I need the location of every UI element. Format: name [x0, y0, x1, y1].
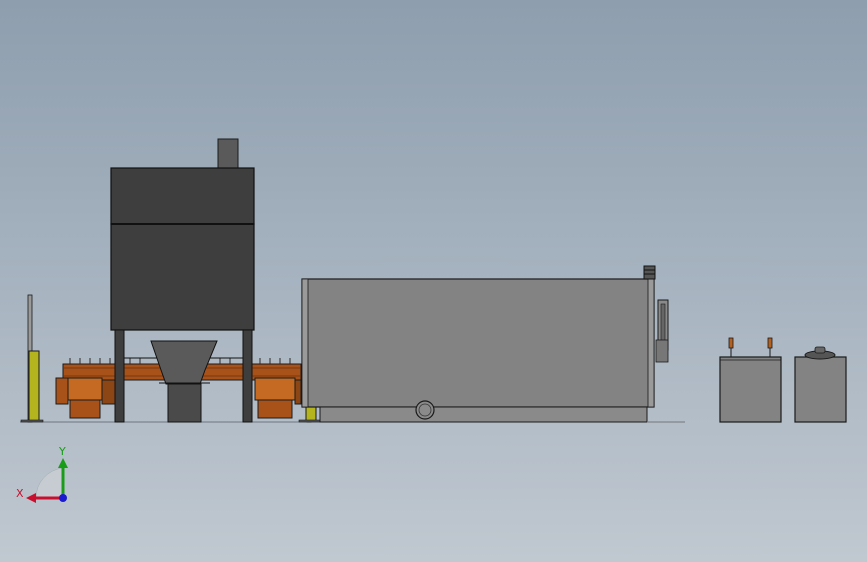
- left-guide-post[interactable]: [20, 294, 44, 423]
- small-tank-2[interactable]: [794, 346, 847, 423]
- z-axis-dot-icon: [59, 494, 67, 502]
- cad-viewport: Y X: [16, 138, 847, 503]
- axis-triad: Y X: [16, 445, 68, 503]
- y-axis-label: Y: [58, 445, 66, 458]
- x-axis-arrow-icon: [26, 493, 36, 503]
- large-tank[interactable]: [301, 265, 685, 423]
- small-tank-1[interactable]: [719, 337, 782, 423]
- y-axis-arrow-icon: [58, 458, 68, 468]
- x-axis-label: X: [16, 487, 24, 500]
